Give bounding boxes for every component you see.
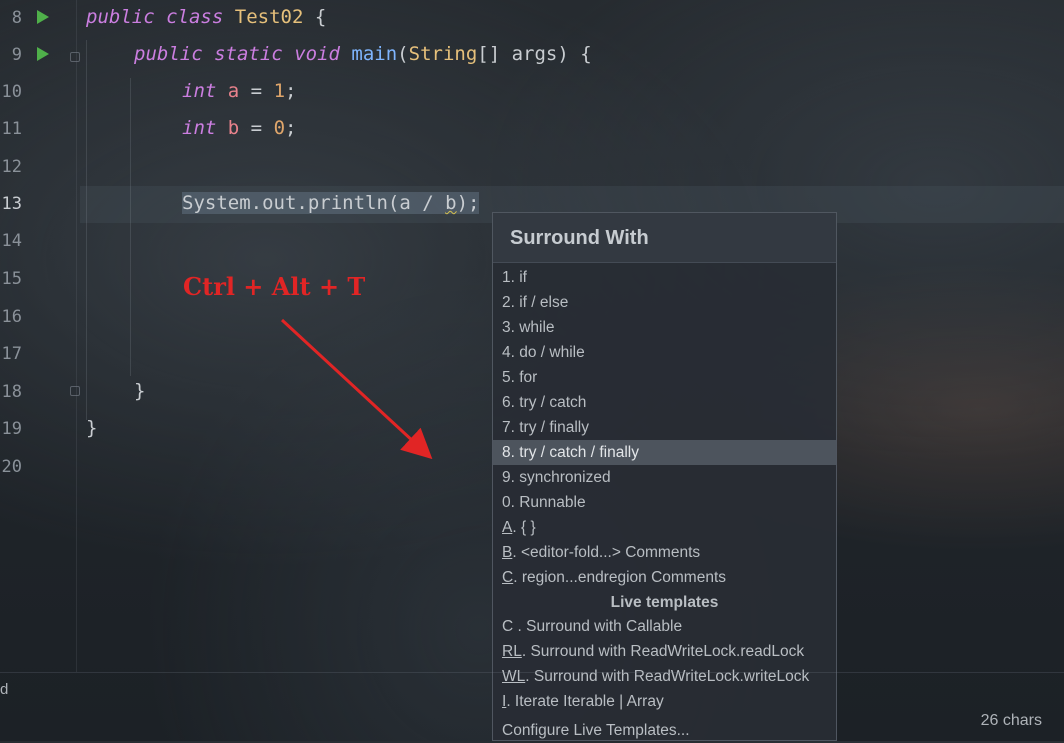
menu-item[interactable]: 2. if / else <box>493 290 836 315</box>
menu-item-label: 0. Runnable <box>502 494 586 511</box>
live-template-item[interactable]: C . Surround with Callable <box>493 614 836 639</box>
live-template-item[interactable]: RL. Surround with ReadWriteLock.readLock <box>493 639 836 664</box>
menu-item-label: . Surround with ReadWriteLock.readLock <box>521 643 805 660</box>
status-bar <box>0 672 1064 742</box>
menu-item[interactable]: 6. try / catch <box>493 390 836 415</box>
menu-item[interactable]: 5. for <box>493 365 836 390</box>
status-left-text: d <box>0 681 9 698</box>
mnemonic: B <box>502 544 513 561</box>
mnemonic: A <box>502 519 513 536</box>
menu-item-label: C . Surround with Callable <box>502 618 683 635</box>
surround-with-popup[interactable]: Surround With 1. if 2. if / else 3. while 4… <box>492 212 837 741</box>
menu-item-label: . { } <box>512 519 536 536</box>
menu-item-label: . <editor-fold...> Comments <box>512 544 701 561</box>
mnemonic: C <box>502 569 514 586</box>
menu-item[interactable]: 4. do / while <box>493 340 836 365</box>
menu-item-label: 8. try / catch / finally <box>502 444 639 461</box>
char-count: 26 chars <box>980 712 1042 729</box>
menu-item-label: 4. do / while <box>502 344 585 361</box>
menu-item[interactable]: 8. try / catch / finally <box>493 440 836 465</box>
menu-item[interactable]: 1. if <box>493 265 836 290</box>
menu-item[interactable]: 7. try / finally <box>493 415 836 440</box>
menu-item-label: 7. try / finally <box>502 419 589 436</box>
popup-title: Surround With <box>493 213 836 263</box>
menu-item[interactable]: 9. synchronized <box>493 465 836 490</box>
menu-item-label: 6. try / catch <box>502 394 587 411</box>
menu-item-label: 5. for <box>502 369 538 386</box>
live-templates-heading: Live templates <box>610 594 719 611</box>
menu-item[interactable]: B. <editor-fold...> Comments <box>493 540 836 565</box>
menu-item-label: 1. if <box>502 269 527 286</box>
arrow-line <box>280 318 433 460</box>
menu-item-label: 2. if / else <box>502 294 569 311</box>
mnemonic: RL <box>502 643 522 660</box>
menu-item[interactable]: A. { } <box>493 515 836 540</box>
menu-item-label: 9. synchronized <box>502 469 611 486</box>
menu-item-label: . region...endregion Comments <box>513 569 727 586</box>
menu-item[interactable]: 0. Runnable <box>493 490 836 515</box>
menu-item[interactable]: 3. while <box>493 315 836 340</box>
menu-item-label: 3. while <box>502 319 555 336</box>
menu-item[interactable]: C. region...endregion Comments <box>493 565 836 590</box>
